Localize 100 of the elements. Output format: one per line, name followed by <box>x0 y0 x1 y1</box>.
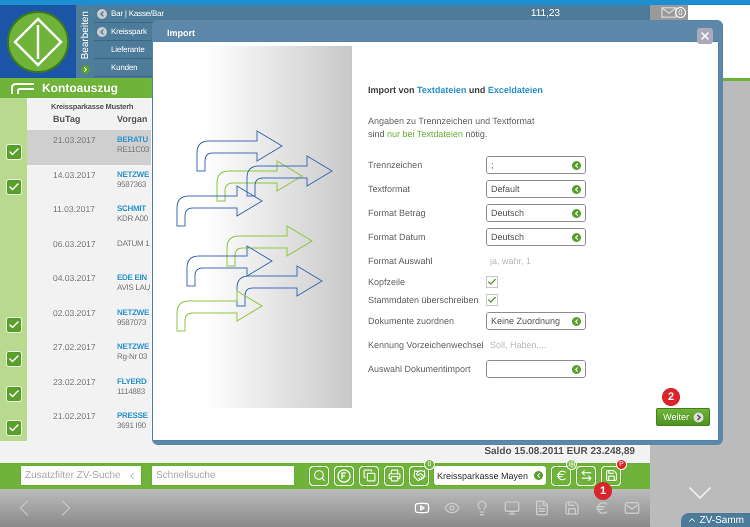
euro-icon[interactable] <box>594 500 610 516</box>
field-label: Stammdaten überschreiben <box>368 295 480 305</box>
copy-button[interactable] <box>359 466 379 486</box>
note-text: Angaben zu Trennzeichen und Textformat sind nur bei Textdateien nötig. <box>368 115 536 141</box>
entry-title: NETZWE <box>117 342 149 351</box>
field-label: Format Betrag <box>368 208 427 218</box>
entry-title: PRESSE <box>117 411 148 420</box>
close-icon <box>699 30 711 42</box>
date-cell-text: 27.02.2017 <box>52 342 97 354</box>
date-cell-text: 11.03.2017 <box>52 204 96 216</box>
booked-check-icon[interactable] <box>6 316 22 332</box>
save-icon <box>604 469 618 482</box>
entry-title: EDE EIN <box>117 273 148 282</box>
panel-icon <box>10 82 34 94</box>
print-button[interactable] <box>384 466 404 486</box>
app-logo[interactable] <box>0 5 76 78</box>
caret-icon <box>572 208 581 218</box>
copy-icon <box>362 469 376 482</box>
caret-icon <box>534 471 543 480</box>
entry-detail: 9587363 <box>117 180 148 188</box>
checkbox[interactable] <box>486 276 498 288</box>
callout-badge: 2 <box>662 388 680 406</box>
caret-icon <box>572 184 581 194</box>
field-label: Kopfzeile <box>368 277 406 287</box>
field-label: Format Datum <box>368 232 427 242</box>
balance-text: Saldo 15.08.2011 EUR 23.248,89 <box>484 446 635 457</box>
date-cell-text: 21.03.2017 <box>52 135 97 147</box>
booked-check-icon[interactable] <box>6 420 22 436</box>
document-icon[interactable] <box>534 500 550 516</box>
entry-detail: Rg-Nr 03 <box>117 352 148 361</box>
column-header[interactable]: Vorgan <box>117 114 148 130</box>
bank-select[interactable]: Kreissparkasse Mayen <box>434 466 546 485</box>
next-button[interactable]: Weiter <box>656 408 710 426</box>
search-button[interactable] <box>309 466 329 486</box>
field-label: Dokumente zuordnen <box>368 316 456 326</box>
video-icon[interactable] <box>414 500 430 516</box>
date-cell-text: 21.02.2017 <box>52 411 97 423</box>
entry-title: SCHMIT <box>117 204 147 213</box>
date-cell-text: 04.03.2017 <box>52 273 97 285</box>
panel-title: Kontoauszug <box>42 81 118 95</box>
dialog-heading: Import von Textdateien und Exceldateien <box>368 85 544 95</box>
f-circle-button[interactable] <box>334 466 354 486</box>
field-label: Trennzeichen <box>368 160 424 170</box>
booked-check-icon[interactable] <box>6 144 22 160</box>
table-row[interactable]: 21.03.2017 BERATU RE11C03 <box>27 130 151 164</box>
caret-icon <box>572 364 581 374</box>
field-label: Textformat <box>368 184 412 194</box>
caret-icon <box>572 316 581 326</box>
entry-detail: DATUM 1 <box>117 238 150 248</box>
select-field[interactable]: ; <box>486 156 586 174</box>
entry-detail: KDR A00 <box>117 214 148 223</box>
date-cell-text: 06.03.2017 <box>52 238 97 250</box>
date-cell-text: 23.02.2017 <box>52 376 97 388</box>
mail-icon[interactable] <box>624 500 640 516</box>
caret-icon <box>572 160 581 170</box>
date-cell-text: 14.03.2017 <box>52 170 97 182</box>
entry-detail: 1114883 <box>117 386 146 396</box>
side-tab[interactable]: ZV-Samm <box>680 512 750 527</box>
entry-title: NETZWE <box>117 170 149 178</box>
entry-title: FLYERD <box>117 376 146 386</box>
booked-check-icon[interactable] <box>6 178 22 194</box>
search-field[interactable]: Schnellsuche <box>152 466 294 485</box>
filter-field[interactable]: Zusatzfilter ZV-Suche <box>21 466 141 485</box>
caret-icon <box>572 232 581 242</box>
arrows-icon <box>580 469 592 482</box>
chevron-circle-icon <box>693 412 704 422</box>
entry-title: BERATU <box>117 135 149 144</box>
printer-icon <box>388 469 400 482</box>
column-header[interactable]: BuTag <box>27 114 117 130</box>
mail-button[interactable]: 0 <box>650 5 688 20</box>
save-icon[interactable] <box>564 500 580 516</box>
booked-check-icon[interactable] <box>6 386 22 402</box>
mail-icon <box>661 7 677 18</box>
select-field[interactable]: Deutsch <box>486 204 586 222</box>
field-label: Auswahl Dokumentimport <box>368 364 472 374</box>
euro-icon <box>554 469 568 482</box>
field-label: Format Auswahl <box>368 256 434 266</box>
f-circle-icon <box>337 468 351 482</box>
amount: 111,23 <box>530 8 560 19</box>
field-label: Kennung Vorzeichenwechsel <box>368 340 485 350</box>
play-icon[interactable] <box>80 65 90 74</box>
count-badge: 0 <box>675 7 686 18</box>
select-field[interactable]: Default <box>486 180 586 198</box>
entry-detail: 3691 I90 <box>117 421 147 430</box>
import-button[interactable] <box>576 466 596 486</box>
search-icon <box>312 469 326 482</box>
entry-detail: AVIS LAU <box>117 283 150 292</box>
entry-title: NETZWE <box>117 308 149 316</box>
monitor-icon[interactable] <box>504 500 520 516</box>
select-field[interactable]: Deutsch <box>486 228 586 246</box>
select-field[interactable]: Keine Zuordnung <box>486 312 586 330</box>
entry-detail: RE11C03 <box>117 145 149 154</box>
eye-icon[interactable] <box>444 500 460 516</box>
date-cell-text: 02.03.2017 <box>52 308 97 320</box>
entry-detail: 9587073 <box>117 318 148 326</box>
checkbox[interactable] <box>486 294 498 306</box>
select-field[interactable] <box>486 360 586 378</box>
handshake-icon <box>412 469 426 482</box>
close-button[interactable] <box>697 28 713 44</box>
booked-check-icon[interactable] <box>6 351 22 367</box>
